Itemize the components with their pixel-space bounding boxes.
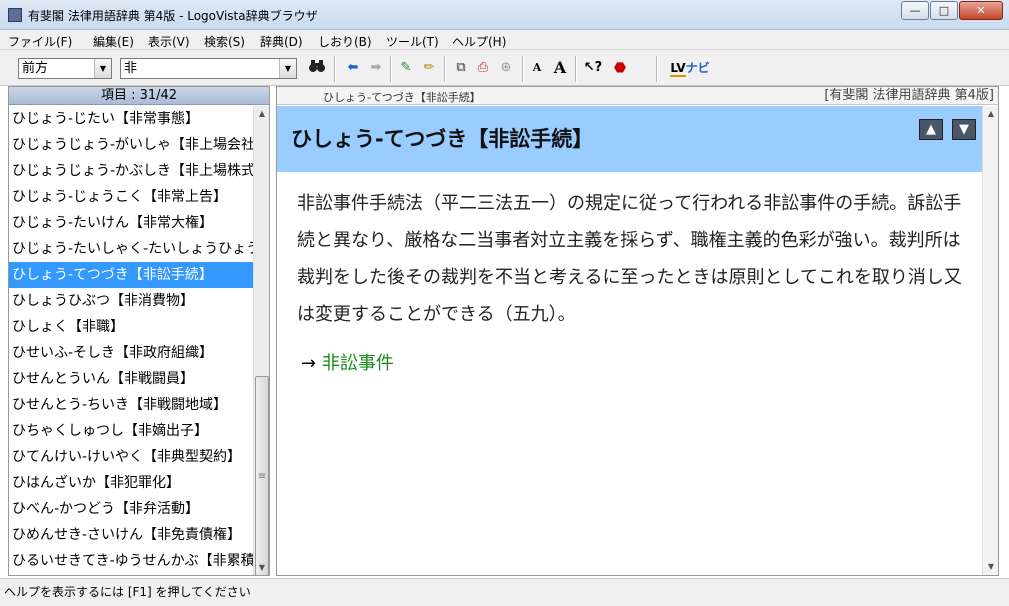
list-item[interactable]: ひせいふ-そしき【非政府組織】 — [9, 340, 253, 366]
scroll-up-arrow-icon[interactable]: ▲ — [983, 106, 998, 122]
help-cursor-icon[interactable]: ↖? — [583, 59, 603, 77]
entry-title: ひしょう-てつづき【非訟手続】 — [291, 127, 594, 151]
list-header: 項目 : 31/42 — [9, 87, 269, 105]
lv-logo-icon: LV — [670, 61, 686, 77]
status-bar: ヘルプを表示するには [F1] を押してください — [0, 578, 1009, 606]
highlighter-icon[interactable]: ✏ — [420, 59, 438, 77]
search-input-value: 非 — [124, 61, 138, 76]
menu-edit[interactable]: 編集(E) — [93, 33, 134, 50]
content-panel: ひしょう-てつづき【非訟手続】 [有斐閣 法律用語辞典 第4版] ひしょう-てつ… — [276, 86, 999, 576]
list-item[interactable]: ひはんざいか【非犯罪化】 — [9, 470, 253, 496]
list-scrollbar[interactable]: ▲ ≡ ▼ — [253, 106, 269, 575]
lv-navi-button[interactable]: LVナビ — [666, 59, 714, 77]
menu-file[interactable]: ファイル(F) — [8, 33, 72, 50]
entry-body: 非訟事件手続法（平二三法五一）の規定に従って行われる非訟事件の手続。訴訟手続と異… — [297, 193, 962, 325]
search-input[interactable]: 非 ▼ — [120, 58, 297, 79]
next-entry-icon[interactable]: ▼ — [952, 119, 976, 140]
copy-icon[interactable]: ⧉ — [452, 59, 470, 77]
zoom-icon[interactable]: ⊕ — [497, 59, 515, 77]
list-item[interactable]: ひじょうじょう-かぶしき【非上場株式】 — [9, 158, 253, 184]
font-larger-button[interactable]: A — [551, 59, 569, 77]
menu-help[interactable]: ヘルプ(H) — [452, 33, 506, 50]
menu-search[interactable]: 検索(S) — [204, 33, 245, 50]
forward-arrow-icon[interactable]: ➡ — [366, 59, 386, 77]
app-icon — [8, 8, 22, 22]
breadcrumb: ひしょう-てつづき【非訟手続】 — [323, 91, 481, 104]
list-item[interactable]: ひせんとういん【非戦闘員】 — [9, 366, 253, 392]
see-also: → 非訟事件 — [301, 349, 394, 375]
toolbar: 前方 ▼ 非 ▼ ⬅ ➡ ✎ ✏ ⧉ ⎙ ⊕ A A ↖? ⬣ LVナビ — [0, 50, 1009, 86]
pencil-icon[interactable]: ✎ — [397, 59, 415, 77]
list-item[interactable]: ひべん-かつどう【非弁活動】 — [9, 496, 253, 522]
back-arrow-icon[interactable]: ⬅ — [343, 59, 363, 77]
menu-bookmark[interactable]: しおり(B) — [318, 33, 372, 50]
prev-entry-icon[interactable]: ▲ — [919, 119, 943, 140]
list-item[interactable]: ひじょう-じょうこく【非常上告】 — [9, 184, 253, 210]
list-item[interactable]: ひしょく【非職】 — [9, 314, 253, 340]
scroll-up-arrow-icon[interactable]: ▲ — [254, 106, 269, 122]
menu-bar: ファイル(F) 編集(E) 表示(V) 検索(S) 辞典(D) しおり(B) ツ… — [0, 30, 1009, 50]
maximize-button[interactable]: □ — [930, 1, 958, 20]
close-button[interactable]: ✕ — [959, 1, 1003, 20]
menu-tools[interactable]: ツール(T) — [386, 33, 439, 50]
title-bar: 有斐閣 法律用語辞典 第4版 - LogoVista辞典ブラウザ — □ ✕ — [0, 0, 1009, 30]
content-scrollbar[interactable]: ▲ ▼ — [982, 106, 998, 575]
scroll-thumb[interactable]: ≡ — [255, 376, 269, 575]
scroll-down-arrow-icon[interactable]: ▼ — [983, 559, 998, 575]
list-item[interactable]: ひてんけい-けいやく【非典型契約】 — [9, 444, 253, 470]
scroll-down-arrow-icon[interactable]: ▼ — [254, 560, 269, 575]
stop-icon[interactable]: ⬣ — [612, 59, 628, 77]
list-item[interactable]: ひめんせき-さいけん【非免責債権】 — [9, 522, 253, 548]
status-message: ヘルプを表示するには [F1] を押してください — [4, 585, 251, 599]
chevron-down-icon[interactable]: ▼ — [279, 59, 296, 78]
chevron-down-icon[interactable]: ▼ — [94, 59, 111, 78]
dictionary-name: [有斐閣 法律用語辞典 第4版] — [824, 88, 994, 103]
font-smaller-button[interactable]: A — [530, 59, 544, 77]
entry-heading-bar: ひしょう-てつづき【非訟手続】 ▲ ▼ — [277, 106, 982, 172]
list-item[interactable]: ひじょう-たいけん【非常大権】 — [9, 210, 253, 236]
list-item[interactable]: ひしょう-てつづき【非訟手続】 — [9, 262, 253, 288]
navi-label: ナビ — [685, 61, 710, 75]
see-also-link[interactable]: 非訟事件 — [322, 353, 394, 374]
menu-dictionary[interactable]: 辞典(D) — [260, 33, 303, 50]
window-title: 有斐閣 法律用語辞典 第4版 - LogoVista辞典ブラウザ — [28, 9, 318, 23]
search-mode-select[interactable]: 前方 ▼ — [18, 58, 112, 79]
content-header: ひしょう-てつづき【非訟手続】 [有斐閣 法律用語辞典 第4版] — [277, 87, 998, 105]
list-item[interactable]: ひしょうひぶつ【非消費物】 — [9, 288, 253, 314]
list-item[interactable]: ひちゃくしゅつし【非嫡出子】 — [9, 418, 253, 444]
entry-list-panel: 項目 : 31/42 ひじょう-じたい【非常事態】 ひじょうじょう-がいしゃ【非上… — [8, 86, 270, 576]
list-item[interactable]: ひるいせきてき-ゆうせんかぶ【非累積的】 — [9, 548, 253, 574]
list-item[interactable]: ひせんとう-ちいき【非戦闘地域】 — [9, 392, 253, 418]
list-item[interactable]: ひじょう-じたい【非常事態】 — [9, 106, 253, 132]
menu-view[interactable]: 表示(V) — [148, 33, 190, 50]
binoculars-search-icon[interactable] — [306, 59, 328, 77]
list-item[interactable]: ひじょうじょう-がいしゃ【非上場会社】 — [9, 132, 253, 158]
see-also-arrow-icon: → — [301, 353, 317, 374]
minimize-button[interactable]: — — [901, 1, 929, 20]
print-icon[interactable]: ⎙ — [474, 59, 492, 77]
list-item[interactable]: ひじょう-たいしゃく-たいしょうひょう — [9, 236, 253, 262]
search-mode-value: 前方 — [22, 61, 49, 76]
entry-list[interactable]: ひじょう-じたい【非常事態】 ひじょうじょう-がいしゃ【非上場会社】 ひじょうじょう… — [9, 106, 253, 575]
